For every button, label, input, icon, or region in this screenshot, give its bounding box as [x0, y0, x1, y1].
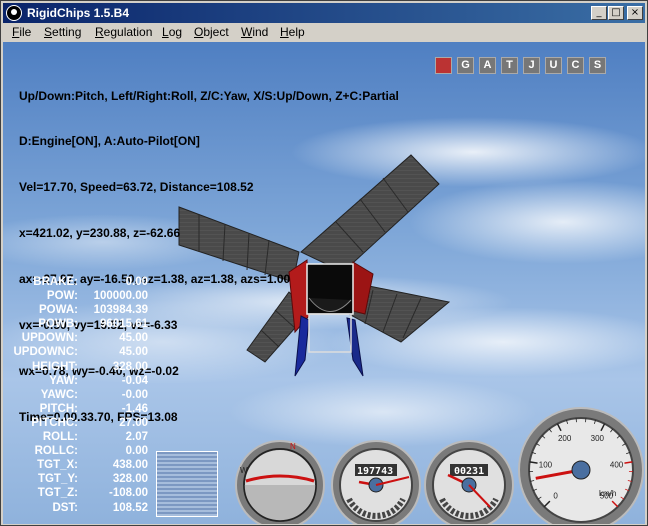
variable-label: POWA:: [39, 304, 78, 317]
toolbar-button-g[interactable]: G: [457, 57, 474, 74]
variable-value: 438.00: [112, 459, 148, 472]
menu-file[interactable]: File: [12, 25, 31, 39]
attitude-gauge: N W: [235, 440, 325, 524]
app-icon[interactable]: [6, 5, 22, 21]
app-window: RigidChips 1.5.B4 _ □ × File Setting Reg…: [0, 0, 648, 526]
hud-line: x=421.02, y=230.88, z=-62.66: [19, 226, 181, 241]
3d-viewport[interactable]: Up/Down:Pitch, Left/Right:Roll, Z/C:Yaw,…: [3, 42, 645, 524]
minimize-button[interactable]: _: [591, 6, 607, 20]
hud-line: Vel=17.70, Speed=63.72, Distance=108.52: [19, 180, 254, 195]
variable-row: TGT_Y: 328.00: [3, 472, 148, 486]
toolbar-button-j[interactable]: J: [523, 57, 540, 74]
variable-label: UPDOWNC:: [13, 346, 78, 359]
variable-value: 103984.39: [93, 304, 148, 317]
variable-value: 27.00: [119, 416, 148, 429]
speed-tick-label: 0: [553, 491, 558, 500]
view-toolbar: G A T J U C S: [435, 57, 606, 74]
toolbar-button-a[interactable]: A: [479, 57, 496, 74]
variable-row: TGT_X: 438.00: [3, 458, 148, 472]
variable-value: 328.00: [112, 360, 148, 373]
variable-row: PITCHC: 27.00: [3, 416, 148, 430]
variable-value: 96015.61: [100, 318, 148, 331]
toolbar-button-s[interactable]: S: [589, 57, 606, 74]
variable-label: POW:: [46, 290, 78, 303]
heading-marker-w: W: [240, 466, 248, 475]
variable-row: ROLLC: 0.00: [3, 444, 148, 458]
variable-row: UPDOWN: 45.00: [3, 331, 148, 345]
menu-regulation[interactable]: Regulation: [95, 25, 152, 39]
variable-row: TGT_Z: -108.00: [3, 486, 148, 500]
toolbar-button-active[interactable]: [435, 57, 452, 74]
variable-value: -0.00: [121, 388, 148, 401]
variable-value: 108.52: [112, 501, 148, 514]
variable-row: BRAKE: 0.00: [3, 275, 148, 289]
variable-value: 2.07: [125, 431, 148, 444]
variable-value: 45.00: [119, 346, 148, 359]
variable-value: -108.00: [108, 487, 148, 500]
toolbar-button-c[interactable]: C: [567, 57, 584, 74]
variable-label: YAW:: [49, 374, 78, 387]
maximize-button[interactable]: □: [608, 6, 624, 20]
toolbar-button-u[interactable]: U: [545, 57, 562, 74]
radar-panel: [156, 451, 218, 517]
speedometer: 0100200 300400500 km/h: [518, 407, 644, 524]
variable-value: 0.00: [125, 276, 148, 288]
hud-line: Up/Down:Pitch, Left/Right:Roll, Z/C:Yaw,…: [19, 88, 399, 103]
variable-value: 100000.00: [93, 290, 148, 303]
variable-label: PITCH:: [39, 402, 78, 415]
variable-label: UPDOWN:: [21, 332, 78, 345]
hud-line: D:Engine[ON], A:Auto-Pilot[ON]: [19, 134, 200, 149]
variable-label: BRAKE:: [33, 276, 78, 288]
variable-value: -1.46: [121, 402, 148, 415]
variable-row: UPDOWNC: 45.00: [3, 345, 148, 359]
variable-label: ROLLC:: [34, 445, 78, 458]
variable-label: POWB:: [38, 318, 78, 331]
odometer-2: 00231: [454, 466, 484, 477]
variable-row: POWB: 96015.61: [3, 317, 148, 331]
close-button[interactable]: ×: [627, 6, 643, 20]
variable-row: PITCH: -1.46: [3, 402, 148, 416]
variable-value: 328.00: [112, 473, 148, 486]
variable-row: DST: 108.52: [3, 501, 148, 515]
menu-wind[interactable]: Wind: [241, 25, 268, 39]
variable-label: HEIGHT:: [32, 360, 78, 373]
speed-unit: km/h: [599, 489, 616, 498]
variable-value: 45.00: [119, 332, 148, 345]
heading-marker-n: N: [290, 442, 296, 451]
variable-label: DST:: [52, 501, 78, 514]
odometer-1: 197743: [357, 466, 393, 477]
speed-tick-label: 400: [610, 460, 624, 469]
variable-row: ROLL: 2.07: [3, 430, 148, 444]
window-title: RigidChips 1.5.B4: [27, 6, 130, 20]
variable-panel: BRAKE: 0.00 POW: 100000.00 POWA: 103984.39 POW…: [3, 275, 148, 515]
menu-object[interactable]: Object: [194, 25, 229, 39]
menu-bar: File Setting Regulation Log Object Wind …: [3, 23, 645, 42]
variable-label: ROLL:: [42, 431, 78, 444]
variable-label: TGT_Y:: [37, 473, 78, 486]
variable-label: TGT_Z:: [37, 487, 78, 500]
variable-value: -0.04: [121, 374, 148, 387]
title-bar: RigidChips 1.5.B4 _ □ ×: [3, 3, 645, 23]
engine-gauge-2: 00231: [424, 440, 514, 524]
variable-row: POW: 100000.00: [3, 289, 148, 303]
menu-setting[interactable]: Setting: [44, 25, 81, 39]
variable-row: YAWC: -0.00: [3, 388, 148, 402]
variable-value: 0.00: [125, 445, 148, 458]
speed-tick-label: 300: [591, 434, 605, 443]
variable-label: YAWC:: [40, 388, 78, 401]
speed-tick-label: 200: [558, 434, 572, 443]
toolbar-button-t[interactable]: T: [501, 57, 518, 74]
variable-row: YAW: -0.04: [3, 374, 148, 388]
variable-label: TGT_X:: [37, 459, 78, 472]
engine-gauge-1: 197743: [331, 440, 421, 524]
speed-tick-label: 100: [539, 460, 553, 469]
variable-label: PITCHC:: [31, 416, 78, 429]
menu-log[interactable]: Log: [162, 25, 182, 39]
variable-row: HEIGHT: 328.00: [3, 360, 148, 374]
variable-row: POWA: 103984.39: [3, 303, 148, 317]
menu-help[interactable]: Help: [280, 25, 305, 39]
